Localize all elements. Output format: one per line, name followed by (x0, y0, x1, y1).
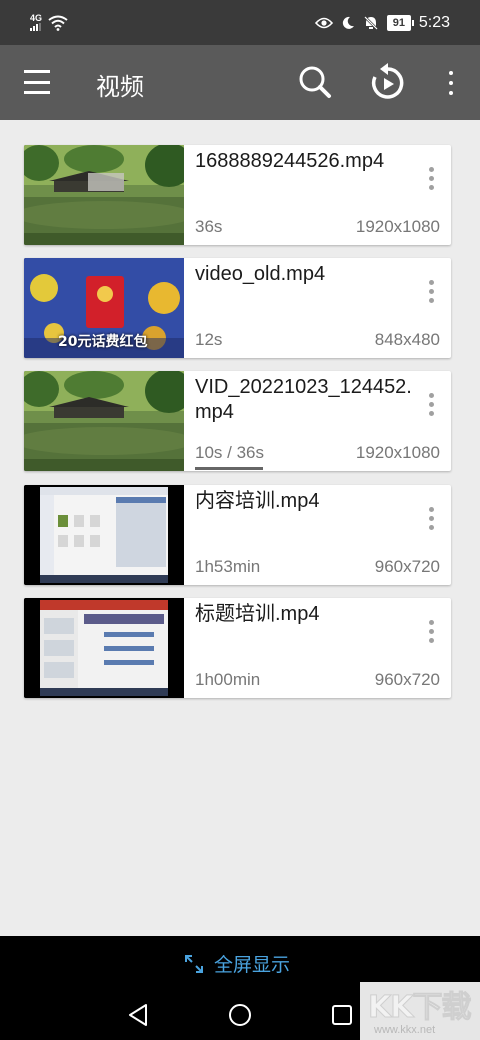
video-resolution: 960x720 (374, 670, 440, 689)
back-button[interactable] (126, 1002, 150, 1032)
fullscreen-button[interactable]: 全屏显示 (184, 950, 290, 977)
item-more-button[interactable] (421, 278, 441, 308)
app-bar: 视频 (0, 45, 480, 120)
network-type: 4G (30, 13, 43, 23)
video-thumbnail: 20元话费红包 (24, 258, 184, 358)
video-duration: 10s / 36s (195, 443, 264, 462)
status-bar: 4G 91 5:23 (0, 0, 480, 45)
video-duration: 1h53min (195, 557, 261, 576)
video-title: video_old.mp4 (195, 263, 326, 285)
recent-playback-button[interactable] (370, 63, 406, 105)
item-more-button[interactable] (421, 391, 441, 421)
search-button[interactable] (298, 65, 332, 103)
video-resolution: 848x480 (374, 330, 440, 349)
video-thumbnail (24, 371, 184, 471)
video-item[interactable]: VID_20221023_124452.mp4 10s / 36s 1920x1… (24, 371, 451, 471)
recents-button[interactable] (330, 1002, 354, 1032)
more-vert-icon (429, 507, 434, 512)
more-vert-icon (429, 280, 434, 285)
moon-icon (342, 16, 354, 29)
home-button[interactable] (228, 1002, 252, 1032)
search-icon (299, 66, 331, 98)
fullscreen-icon (185, 954, 203, 973)
more-vert-icon (429, 393, 434, 398)
video-item[interactable]: 标题培训.mp4 1h00min 960x720 (24, 598, 451, 698)
watermark-url: www.kkx.net (374, 1024, 436, 1036)
video-resolution: 1920x1080 (355, 443, 440, 462)
more-vert-icon (449, 71, 453, 75)
video-title: 1688889244526.mp4 (195, 150, 385, 172)
menu-icon (24, 70, 50, 73)
replay-icon (371, 63, 404, 99)
thumbnail-caption: 20元话费红包 (58, 334, 148, 350)
watermark-logo: KK下载 (368, 990, 472, 1026)
more-vert-icon (429, 620, 434, 625)
video-resolution: 1920x1080 (355, 217, 440, 236)
video-thumbnail (24, 485, 184, 585)
video-title: 标题培训.mp4 (195, 603, 320, 625)
video-duration: 1h00min (195, 670, 261, 689)
status-right: 91 5:23 (314, 14, 450, 32)
overflow-menu-button[interactable] (444, 69, 458, 97)
item-more-button[interactable] (421, 618, 441, 648)
wifi-icon (48, 15, 68, 31)
watermark: KK下载 www.kkx.net (360, 982, 480, 1040)
menu-button[interactable] (24, 70, 50, 94)
item-more-button[interactable] (421, 165, 441, 195)
video-thumbnail (24, 598, 184, 698)
clock: 5:23 (418, 14, 450, 31)
video-resolution: 960x720 (374, 557, 440, 576)
video-thumbnail (24, 145, 184, 245)
video-title: VID_20221023_124452.mp4 (195, 376, 412, 423)
home-icon (229, 1004, 251, 1026)
item-more-button[interactable] (421, 505, 441, 535)
video-title: 内容培训.mp4 (195, 490, 320, 512)
battery-icon: 91 (386, 15, 414, 31)
page-title: 视频 (96, 73, 144, 101)
more-vert-icon (429, 167, 434, 172)
video-duration: 12s (195, 330, 223, 349)
playback-progress (195, 467, 263, 470)
video-item[interactable]: 内容培训.mp4 1h53min 960x720 (24, 485, 451, 585)
back-icon (129, 1004, 147, 1026)
recents-icon (332, 1005, 352, 1025)
status-left: 4G (30, 14, 68, 31)
video-duration: 36s (195, 217, 223, 236)
signal-icon: 4G (30, 14, 42, 31)
mute-bell-icon (363, 16, 378, 30)
video-item[interactable]: 20元话费红包 video_old.mp4 12s 848x480 (24, 258, 451, 358)
fullscreen-label: 全屏显示 (214, 954, 291, 976)
eye-comfort-icon (314, 17, 333, 29)
video-item[interactable]: 1688889244526.mp4 36s 1920x1080 (24, 145, 451, 245)
